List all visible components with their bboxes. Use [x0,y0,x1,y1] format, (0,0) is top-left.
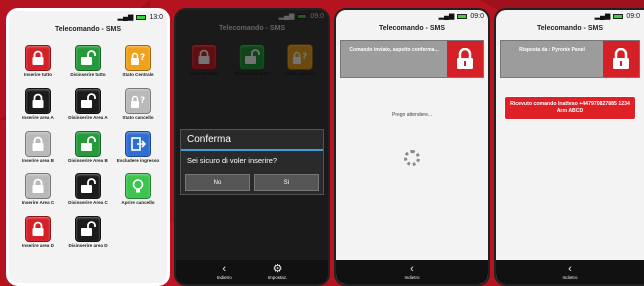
bottom-nav: ‹ Indietro [336,260,488,284]
command-button[interactable]: Inserire area D [13,216,63,249]
status-bar: ▂▄▆ 13:0 [9,11,167,23]
app-title: Telecomando - SMS [55,25,121,33]
settings-label: Impostaz. [267,275,288,280]
signal-icon: ▂▄▆ [117,14,134,21]
sent-notice: Comando inviato, aspetto conferma... [340,40,484,78]
phone-screen-confirm: ▂▄▆ 09:0 Telecomando - SMS Inserire tutt… [174,8,330,286]
command-label: Disinserire Area A [68,114,108,120]
padlock-open-icon [75,87,101,114]
confirm-dialog: Conferma Sei sicuro di voler inserire? N… [180,129,324,195]
padlock-open-icon [75,216,101,243]
command-label: Disinserire Area C [68,200,108,206]
battery-icon [613,13,624,19]
command-label: Inserire Area C [21,200,55,206]
status-time: 09:0 [470,12,484,20]
back-label: Indietro [562,275,578,280]
dialog-title: Conferma [181,130,323,151]
padlock-locked-icon [25,130,51,157]
bottom-nav: ‹ Indietro ⚙ Impostaz. [176,260,328,284]
padlock-locked-icon [25,216,51,243]
back-button[interactable]: ‹ Indietro [562,263,578,281]
padlock-locked-icon [25,173,51,200]
command-label: Disinserire tutto [70,72,106,77]
wait-text: Prego attendere... [391,112,433,118]
command-button[interactable]: Disinserire area D [63,216,113,249]
command-label: Disinserire Area B [68,157,108,163]
lightbulb-icon [125,173,151,200]
phone-screen-main: ▂▄▆ 13:0 Telecomando - SMS Inserire tutt… [6,8,170,286]
command-button[interactable]: Disinserire tutto [63,45,113,78]
back-label: Indietro [216,275,232,280]
command-label: Disinserire area D [68,243,108,249]
command-button[interactable]: Disinserire Area B [63,130,113,164]
status-bar: ▂▄▆ 09:0 [496,10,644,22]
command-button[interactable]: Escludere ingresso [113,130,163,164]
command-label: Escludere ingresso [116,157,160,163]
padlock-locked-icon [447,41,483,77]
padlock-locked-icon [603,41,639,77]
battery-icon [136,14,147,20]
status-time: 13:0 [149,13,163,21]
status-bar: ▂▄▆ 09:0 [336,10,488,22]
command-button[interactable]: ? Stato Centrale [113,45,163,78]
svg-text:?: ? [140,53,145,63]
padlock-open-icon [75,173,101,200]
response-notice: Risposta da : Pyronix Panel [500,40,640,78]
command-grid: Inserire tutto Disinserire tutto? Stato Ce… [9,35,167,249]
command-label: Inserire area D [22,243,54,249]
app-title: Telecomando - SMS [379,24,445,32]
no-button[interactable]: No [185,174,250,191]
command-button[interactable]: Disinserire Area A [63,87,113,121]
padlock-open-icon [75,45,101,71]
app-title: Telecomando - SMS [537,24,603,32]
command-label: Inserire tutto [23,72,53,77]
back-icon: ‹ [410,263,414,275]
command-button[interactable]: Aprire cancello [113,173,163,206]
padlock-question-icon: ? [125,45,151,71]
signal-icon: ▂▄▆ [594,13,611,20]
back-button[interactable]: ‹ Indietro [404,263,420,281]
notice-text: Risposta da : Pyronix Panel [519,47,585,53]
status-time: 09:0 [626,12,640,20]
dialog-message: Sei sicuro di voler inserire? [187,156,278,165]
signal-icon: ▂▄▆ [438,13,455,20]
gear-icon: ⚙ [272,263,283,275]
yes-button[interactable]: Sì [254,174,319,191]
svg-text:?: ? [140,96,145,106]
command-button[interactable]: Disinserire Area C [63,173,113,206]
command-button[interactable]: Inserire area A [13,87,63,121]
command-label: Aprire cancello [121,200,155,206]
command-button[interactable]: Inserire tutto [13,45,63,78]
back-label: Indietro [404,275,420,280]
command-label: Stato cancello [122,114,154,120]
padlock-open-icon [75,130,101,157]
phone-screen-response: ▂▄▆ 09:0 Telecomando - SMS Risposta da :… [494,8,644,286]
command-button[interactable]: Inserire area B [13,130,63,164]
command-label: Inserire area A [22,114,54,120]
phone-screen-waiting: ▂▄▆ 09:0 Telecomando - SMS Comando invia… [334,8,490,286]
back-button[interactable]: ‹ Indietro [216,263,232,281]
command-label: Inserire area B [22,157,54,163]
exit-door-icon [125,130,151,157]
command-button[interactable]: Inserire Area C [13,173,63,206]
command-label: Stato Centrale [122,72,154,77]
bottom-nav: ‹ Indietro [496,260,644,284]
loading-spinner-icon [404,150,420,166]
back-icon: ‹ [568,263,572,275]
back-icon: ‹ [222,263,227,275]
battery-icon [457,13,468,19]
notice-text: Comando inviato, aspetto conferma... [349,47,439,53]
padlock-question-icon: ? [125,87,151,114]
padlock-locked-icon [25,87,51,114]
response-alert: Ricevuto comando Inatteso +447970827885 … [504,96,636,121]
padlock-locked-icon [25,45,51,71]
settings-button[interactable]: ⚙ Impostaz. [267,263,288,281]
command-button[interactable]: ? Stato cancello [113,87,163,121]
